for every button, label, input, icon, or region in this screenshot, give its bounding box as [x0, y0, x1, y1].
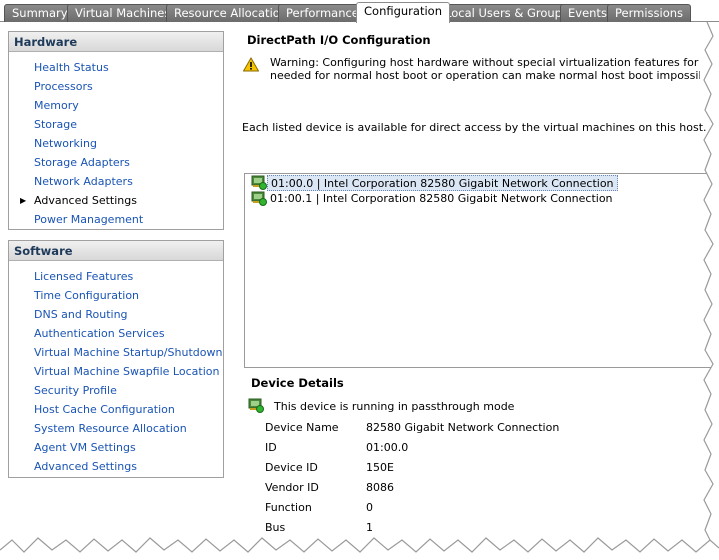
tab-configuration[interactable]: Configuration — [356, 2, 450, 23]
hardware-item-label: Advanced Settings — [34, 194, 137, 207]
hardware-list: Health Status Processors Memory Storage … — [9, 52, 223, 229]
tab-label: Resource Allocation — [174, 6, 288, 20]
software-item-vm-swapfile-location[interactable]: Virtual Machine Swapfile Location — [9, 362, 223, 381]
software-item-vm-startup-shutdown[interactable]: Virtual Machine Startup/Shutdown — [9, 343, 223, 362]
hardware-item-storage[interactable]: Storage — [9, 115, 223, 134]
warning-line: needed for normal host boot or operation… — [270, 69, 700, 82]
tab-performance[interactable]: Performance — [278, 4, 367, 22]
tab-label: Performance — [286, 6, 359, 20]
triangle-right-icon: ▶ — [20, 196, 27, 205]
hardware-panel-title: Hardware — [9, 32, 223, 52]
prop-value: 150E — [366, 461, 394, 474]
software-panel: Software Licensed Features Time Configur… — [8, 240, 224, 478]
software-list: Licensed Features Time Configuration DNS… — [9, 261, 223, 476]
warning-triangle-icon — [243, 57, 259, 72]
hardware-item-networking[interactable]: Networking — [9, 134, 223, 153]
software-item-dns-and-routing[interactable]: DNS and Routing — [9, 305, 223, 324]
prop-label: ID — [265, 441, 277, 454]
hardware-item-processors[interactable]: Processors — [9, 77, 223, 96]
prop-label: Vendor ID — [265, 481, 319, 494]
hardware-item-storage-adapters[interactable]: Storage Adapters — [9, 153, 223, 172]
prop-value: 01:00.0 — [366, 441, 409, 454]
hardware-item-advanced-settings[interactable]: ▶ Advanced Settings — [9, 191, 223, 210]
warning-line: Warning: Configuring host hardware witho… — [270, 56, 700, 69]
software-item-agent-vm-settings[interactable]: Agent VM Settings — [9, 438, 223, 457]
software-item-time-configuration[interactable]: Time Configuration — [9, 286, 223, 305]
tab-local-users-groups[interactable]: Local Users & Groups — [437, 4, 576, 22]
prop-label: Function — [265, 501, 312, 514]
warning-message: Warning: Configuring host hardware witho… — [270, 56, 700, 82]
tab-label: Permissions — [615, 6, 684, 20]
device-status-text: This device is running in passthrough mo… — [274, 400, 515, 413]
tab-bar: Summary Virtual Machines Resource Alloca… — [0, 0, 719, 23]
tab-label: Events — [568, 6, 607, 20]
tab-resource-allocation[interactable]: Resource Allocation — [166, 4, 296, 22]
page-title: DirectPath I/O Configuration — [247, 33, 431, 47]
software-item-system-resource-allocation[interactable]: System Resource Allocation — [9, 419, 223, 438]
device-label: 01:00.1 | Intel Corporation 82580 Gigabi… — [270, 192, 613, 205]
tab-virtual-machines[interactable]: Virtual Machines — [67, 4, 179, 22]
hardware-item-memory[interactable]: Memory — [9, 96, 223, 115]
tab-label: Local Users & Groups — [445, 6, 568, 20]
torn-edge-bottom — [0, 537, 719, 560]
info-text: Each listed device is available for dire… — [242, 121, 707, 134]
tab-label: Configuration — [364, 4, 442, 18]
device-row[interactable]: 01:00.0 | Intel Corporation 82580 Gigabi… — [267, 175, 618, 191]
prop-value: 8086 — [366, 481, 394, 494]
tab-label: Summary — [12, 6, 68, 20]
device-list[interactable]: 01:00.0 | Intel Corporation 82580 Gigabi… — [244, 173, 719, 368]
hardware-item-power-management[interactable]: Power Management — [9, 210, 223, 229]
software-item-advanced-settings[interactable]: Advanced Settings — [9, 457, 223, 476]
tab-summary[interactable]: Summary — [4, 4, 76, 22]
software-item-authentication-services[interactable]: Authentication Services — [9, 324, 223, 343]
prop-value: 0 — [366, 501, 373, 514]
prop-label: Device Name — [265, 421, 339, 434]
pci-device-passthrough-icon — [251, 191, 267, 206]
software-panel-title: Software — [9, 241, 223, 261]
software-item-security-profile[interactable]: Security Profile — [9, 381, 223, 400]
software-item-host-cache-configuration[interactable]: Host Cache Configuration — [9, 400, 223, 419]
prop-value: 82580 Gigabit Network Connection — [366, 421, 560, 434]
prop-label: Device ID — [265, 461, 318, 474]
device-row[interactable]: 01:00.1 | Intel Corporation 82580 Gigabi… — [267, 191, 616, 207]
hardware-panel: Hardware Health Status Processors Memory… — [8, 31, 224, 230]
hardware-item-health-status[interactable]: Health Status — [9, 58, 223, 77]
tab-permissions[interactable]: Permissions — [607, 4, 692, 22]
software-item-licensed-features[interactable]: Licensed Features — [9, 267, 223, 286]
pci-device-passthrough-icon — [248, 398, 264, 413]
device-label: 01:00.0 | Intel Corporation 82580 Gigabi… — [271, 177, 614, 190]
hardware-item-network-adapters[interactable]: Network Adapters — [9, 172, 223, 191]
pci-device-passthrough-icon — [251, 175, 267, 190]
tab-label: Virtual Machines — [75, 6, 171, 20]
torn-edge-right — [703, 22, 719, 560]
device-details-title: Device Details — [251, 376, 344, 390]
